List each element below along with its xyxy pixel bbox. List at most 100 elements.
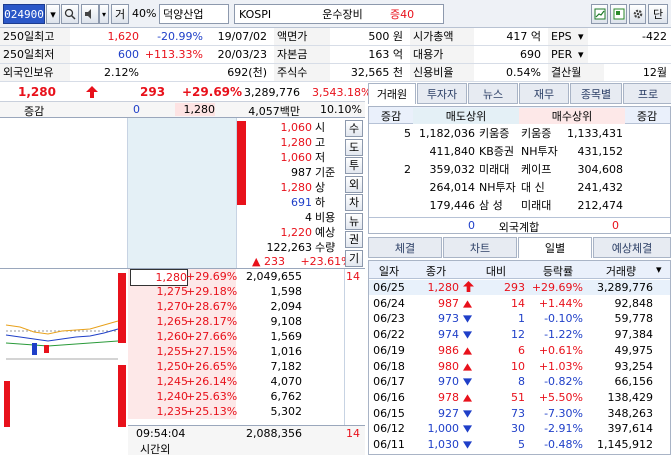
daily-row[interactable]: 06/25 1,280 293 +29.69% 3,289,776 — [369, 280, 670, 295]
daily-row[interactable]: 06/18 980 10 +1.03% 93,254 — [369, 359, 670, 374]
stat-label: 고 — [315, 136, 326, 149]
stock-info-table: 250일최고 1,620 -20.99% 19/07/02 액면가 500 원 … — [0, 28, 671, 82]
broker-sell-qty: 411,840 — [429, 145, 476, 158]
bid-qty: 4,070 — [270, 375, 303, 388]
label-credit-ratio: 신용비율 — [410, 64, 474, 81]
tab-1[interactable]: 투자자 — [417, 83, 467, 104]
bottom-tab-0[interactable]: 체결 — [368, 237, 442, 258]
bid-row[interactable]: 1,255 +27.15% 1,016 — [128, 344, 365, 359]
triangle-down-icon — [463, 407, 475, 422]
bid-row[interactable]: 1,270 +28.67% 2,094 — [128, 299, 365, 314]
broker-change-left: 2 — [404, 163, 411, 176]
daily-date: 06/24 — [373, 296, 405, 310]
sell-price-column — [128, 118, 236, 268]
market-label: KOSPI — [239, 7, 272, 21]
bid-row[interactable]: 1,240 +25.63% 6,762 — [128, 389, 365, 404]
daily-change: 51 — [511, 390, 525, 404]
side-button-0[interactable]: 수 — [345, 120, 363, 137]
bottom-tab-1[interactable]: 차트 — [443, 237, 517, 258]
broker-sell-name[interactable]: 삼 성 — [479, 197, 523, 215]
daily-row[interactable]: 06/15 927 73 -7.30% 348,263 — [369, 406, 670, 421]
speaker-dropdown-icon[interactable]: ▾ — [99, 4, 109, 24]
tab-4[interactable]: 종목별 — [570, 83, 622, 104]
side-button-4[interactable]: 차 — [345, 194, 363, 211]
daily-row[interactable]: 06/12 1,000 30 -2.91% 397,614 — [369, 421, 670, 436]
stat-value: 987 — [291, 166, 312, 179]
side-button-6[interactable]: 권 — [345, 231, 363, 248]
mini-chart — [0, 269, 128, 429]
daily-date: 06/15 — [373, 406, 405, 420]
bid-qty: 1,569 — [270, 330, 303, 343]
stock-code-input[interactable]: 024900 — [3, 4, 45, 24]
bid-price: 1,240 — [156, 390, 189, 403]
bid-row[interactable]: 1,250 +26.65% 7,182 — [128, 359, 365, 374]
stat-row: 1,220 예상 — [246, 225, 344, 240]
side-button-3[interactable]: 외 — [345, 175, 363, 193]
single-button[interactable]: 단 — [648, 4, 668, 24]
bid-row[interactable]: 1,280 +29.69% 2,049,655 14 — [128, 269, 365, 286]
market-info: KOSPI 운수장비 증40 — [234, 4, 444, 24]
daily-date: 06/18 — [373, 359, 405, 373]
broker-sell-name[interactable]: KB증권 — [479, 143, 523, 161]
triangle-down-icon — [463, 438, 475, 453]
bid-qty: 1,016 — [270, 345, 303, 358]
stat-value: 1,060 — [280, 121, 313, 134]
tab-5[interactable]: 프로 — [623, 83, 671, 104]
value-capital: 163 억 — [368, 48, 403, 61]
dropdown-arrow-icon[interactable]: ▾ — [46, 4, 60, 24]
bid-row[interactable]: 1,245 +26.14% 4,070 — [128, 374, 365, 389]
broker-sell-name[interactable]: 미래대 — [479, 161, 523, 179]
broker-row: 2 359,032 미래대 케이프 304,608 — [369, 161, 670, 179]
side-button-5[interactable]: 뉴 — [345, 212, 363, 230]
side-button-1[interactable]: 도 — [345, 138, 363, 156]
daily-close: 986 — [438, 343, 459, 357]
daily-row[interactable]: 06/22 974 12 -1.22% 97,384 — [369, 327, 670, 342]
order-book-footer: 09:54:04 시간외 2,088,356 14 — [128, 425, 365, 456]
daily-rate: +0.61% — [538, 343, 583, 357]
stat-value: 1,060 — [280, 151, 313, 164]
side-button-7[interactable]: 기 — [345, 249, 363, 267]
daily-row[interactable]: 06/19 986 6 +0.61% 49,975 — [369, 343, 670, 358]
broker-sell-qty: 359,032 — [429, 163, 476, 176]
daily-row[interactable]: 06/17 970 8 -0.82% 66,156 — [369, 374, 670, 389]
daily-row[interactable]: 06/11 1,030 5 -0.48% 1,145,912 — [369, 437, 670, 452]
daily-row[interactable]: 06/23 973 1 -0.10% 59,778 — [369, 311, 670, 326]
stock-name[interactable]: 덕양산업 — [159, 4, 229, 24]
daily-row[interactable]: 06/16 978 51 +5.50% 138,429 — [369, 390, 670, 405]
broker-buy-name[interactable]: NH투자 — [521, 143, 565, 161]
bid-row[interactable]: 1,275 +29.18% 1,598 — [128, 284, 365, 299]
broker-buy-name[interactable]: 키움증 — [521, 125, 565, 143]
stat-label: 하 — [315, 196, 326, 209]
daily-row[interactable]: 06/24 987 14 +1.44% 92,848 — [369, 296, 670, 311]
bottom-tab-3[interactable]: 예상체결 — [593, 237, 671, 258]
bid-rate: +25.63% — [186, 390, 238, 403]
broker-buy-name[interactable]: 대 신 — [521, 179, 565, 197]
tab-3[interactable]: 재무 — [519, 83, 569, 104]
daily-header-dropdown-icon[interactable]: ▾ — [656, 263, 662, 276]
broker-row: 179,446 삼 성 미래대 212,474 — [369, 197, 670, 215]
search-icon[interactable] — [61, 4, 79, 24]
bottom-tab-2[interactable]: 일별 — [518, 237, 592, 258]
stat-label: 상 — [315, 181, 326, 194]
eps-dropdown-icon[interactable]: ▾ — [578, 28, 588, 45]
broker-buy-name[interactable]: 미래대 — [521, 197, 565, 215]
geo-button[interactable]: 거 — [111, 4, 129, 24]
bid-row[interactable]: 1,265 +28.17% 9,108 — [128, 314, 365, 329]
broker-sell-name[interactable]: 키움증 — [479, 125, 523, 143]
bid-row[interactable]: 1,235 +25.13% 5,302 — [128, 404, 365, 419]
per-dropdown-icon[interactable]: ▾ — [578, 46, 588, 63]
stat-row: 122,263 수량 — [246, 240, 344, 255]
bid-row[interactable]: 1,260 +27.66% 1,569 — [128, 329, 365, 344]
broker-sell-name[interactable]: NH투자 — [479, 179, 523, 197]
side-button-2[interactable]: 투 — [345, 157, 363, 174]
settings-icon[interactable] — [629, 4, 646, 24]
chart-icon[interactable] — [591, 4, 608, 24]
broker-buy-name[interactable]: 케이프 — [521, 161, 565, 179]
broker-header-change-left: 증감 — [380, 110, 402, 123]
tab-0[interactable]: 거래원 — [368, 83, 416, 104]
stat-row: 1,060 저 — [246, 150, 344, 165]
memo-icon[interactable] — [610, 4, 627, 24]
speaker-icon[interactable] — [81, 4, 99, 24]
mini-volume-bar — [118, 273, 126, 343]
tab-2[interactable]: 뉴스 — [468, 83, 518, 104]
